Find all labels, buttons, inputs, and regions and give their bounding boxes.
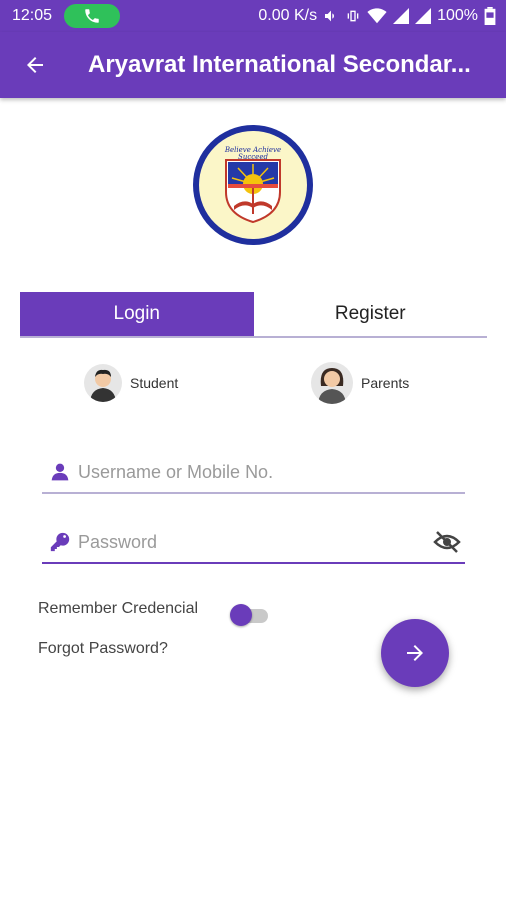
tab-login[interactable]: Login	[20, 292, 254, 336]
student-avatar-icon	[84, 364, 122, 402]
username-field	[42, 452, 465, 494]
auth-tabs: Login Register	[20, 292, 487, 338]
status-indicators: 0.00 K/s 100%	[258, 7, 496, 25]
vibrate-icon	[347, 10, 359, 22]
toggle-thumb	[230, 604, 252, 626]
password-field	[42, 522, 465, 564]
svg-text:Succeed: Succeed	[238, 153, 268, 161]
role-selector: Student Parents	[0, 360, 506, 410]
signal-icon	[415, 8, 432, 24]
status-bar: 12:05 0.00 K/s 100%	[0, 0, 506, 32]
arrow-back-icon	[27, 57, 43, 73]
school-logo: Believe Achieve Succeed	[193, 125, 313, 245]
visibility-off-icon[interactable]	[429, 530, 465, 554]
tab-register[interactable]: Register	[254, 292, 488, 336]
person-icon	[42, 462, 78, 482]
remember-label: Remember Credencial	[38, 600, 199, 617]
role-student[interactable]: Student	[84, 364, 178, 402]
password-input[interactable]	[78, 522, 429, 562]
wifi-icon	[367, 8, 387, 24]
arrow-forward-icon	[407, 645, 423, 661]
role-student-label: Student	[130, 375, 179, 391]
battery-icon	[484, 7, 496, 25]
app-title: Aryavrat International Secondar...	[88, 51, 471, 78]
back-button[interactable]	[0, 32, 70, 98]
forgot-password-link[interactable]: Forgot Password?	[38, 640, 168, 658]
status-time: 12:05	[12, 7, 53, 24]
key-icon	[42, 531, 78, 553]
parent-avatar-icon	[311, 362, 353, 404]
role-parents-label: Parents	[361, 375, 410, 391]
signal-icon	[393, 8, 410, 24]
net-speed: 0.00 K/s	[258, 7, 318, 24]
battery-level: 100%	[437, 7, 478, 24]
role-parents[interactable]: Parents	[311, 362, 409, 404]
remember-toggle[interactable]	[230, 604, 270, 626]
volume-icon	[325, 10, 335, 22]
username-input[interactable]	[78, 452, 465, 492]
call-icon[interactable]	[64, 4, 121, 28]
login-submit-button[interactable]	[381, 619, 449, 687]
app-bar: Aryavrat International Secondar...	[0, 32, 506, 98]
